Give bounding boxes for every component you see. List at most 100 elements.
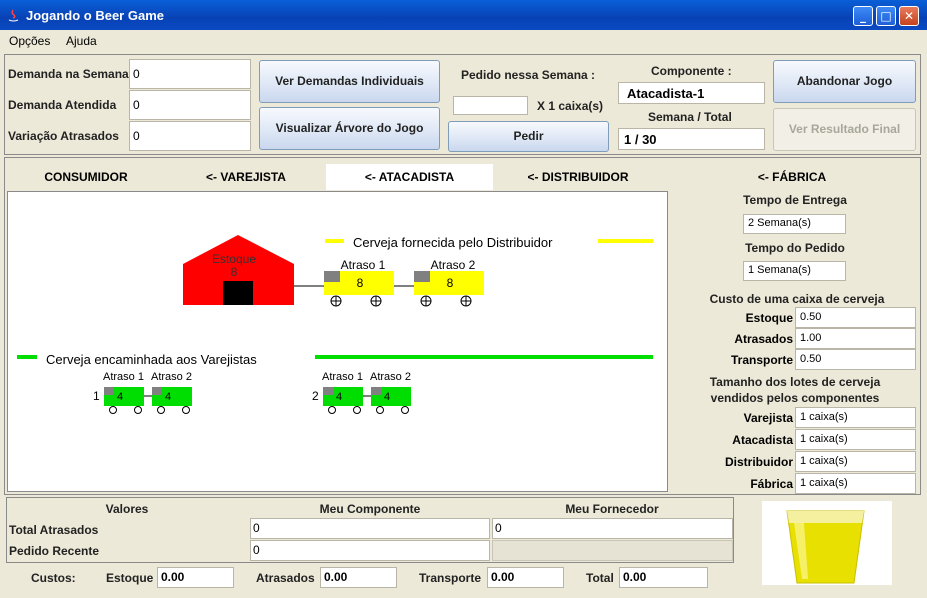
menu-ajuda[interactable]: Ajuda bbox=[66, 34, 97, 48]
values-header: Valores bbox=[105, 502, 149, 516]
tab-consumidor[interactable]: CONSUMIDOR bbox=[22, 164, 150, 190]
custo-atrasados-label: Atrasados bbox=[734, 332, 793, 346]
tab-distribuidor[interactable]: <- DISTRIBUIDOR bbox=[503, 164, 653, 190]
componente-label: Componente : bbox=[651, 64, 732, 78]
pedido-input[interactable] bbox=[453, 96, 528, 115]
demanda-atendida-field: 0 bbox=[129, 90, 251, 120]
semana-field: 1 / 30 bbox=[618, 128, 765, 150]
retailer2-truck2-cab bbox=[371, 387, 381, 395]
componente-field: Atacadista-1 bbox=[618, 82, 765, 104]
retailer1-truck1-cab bbox=[104, 387, 114, 395]
forwarded-legend-text: Cerveja encaminhada aos Varejistas bbox=[46, 352, 257, 367]
pedido-recente-supplier bbox=[492, 540, 733, 561]
tab-atacadista[interactable]: <- ATACADISTA bbox=[326, 164, 493, 190]
delay1-wheels bbox=[330, 295, 382, 307]
tempo-pedido-field: 1 Semana(s) bbox=[743, 261, 846, 281]
lote-distribuidor-label: Distribuidor bbox=[725, 455, 793, 469]
lote-atacadista-field: 1 caixa(s) bbox=[795, 429, 916, 450]
variacao-atrasados-label: Variação Atrasados bbox=[8, 129, 119, 143]
retailer2-index: 2 bbox=[312, 389, 319, 403]
lotes-label-1: Tamanho dos lotes de cerveja bbox=[709, 375, 881, 389]
beer-glass-icon bbox=[786, 510, 865, 584]
lote-varejista-field: 1 caixa(s) bbox=[795, 407, 916, 428]
lote-distribuidor-field: 1 caixa(s) bbox=[795, 451, 916, 472]
delay2-value: 8 bbox=[447, 276, 454, 290]
delay2-label: Atraso 2 bbox=[431, 258, 476, 272]
custo-total-transporte-label: Transporte bbox=[419, 571, 482, 585]
custo-total-transporte-field: 0.00 bbox=[487, 567, 564, 588]
my-component-header: Meu Componente bbox=[319, 502, 421, 516]
lote-varejista-label: Varejista bbox=[743, 411, 793, 425]
retailer1-wheels bbox=[109, 406, 190, 414]
variacao-atrasados-field: 0 bbox=[129, 121, 251, 151]
retailer2-wheels bbox=[328, 406, 409, 414]
custo-caixa-label: Custo de uma caixa de cerveja bbox=[709, 292, 885, 306]
tab-varejista[interactable]: <- VAREJISTA bbox=[182, 164, 310, 190]
my-supplier-header: Meu Fornecedor bbox=[565, 502, 659, 516]
custo-estoque-label: Estoque bbox=[745, 311, 793, 325]
menu-opcoes[interactable]: Opções bbox=[9, 34, 50, 48]
beer-glass-image bbox=[762, 501, 892, 585]
visualizar-arvore-button[interactable]: Visualizar Árvore do Jogo bbox=[259, 107, 440, 150]
demanda-atendida-label: Demanda Atendida bbox=[8, 98, 117, 112]
delay1-value: 8 bbox=[357, 276, 364, 290]
pedir-button[interactable]: Pedir bbox=[448, 121, 609, 152]
demanda-semana-label: Demanda na Semana bbox=[8, 67, 129, 81]
ver-demandas-button[interactable]: Ver Demandas Individuais bbox=[259, 60, 440, 103]
caixas-label: X 1 caixa(s) bbox=[537, 99, 604, 113]
warehouse-value: 8 bbox=[231, 265, 238, 279]
total-atrasados-mine: 0 bbox=[250, 518, 490, 539]
custo-estoque-field: 0.50 bbox=[795, 307, 916, 328]
maximize-button[interactable]: □ bbox=[876, 6, 896, 26]
title-bar: Jogando o Beer Game _ □ ✕ bbox=[0, 0, 927, 30]
pedido-recente-label: Pedido Recente bbox=[9, 544, 100, 558]
pedido-recente-mine: 0 bbox=[250, 540, 490, 561]
retailer2-delay1-label: Atraso 1 bbox=[322, 371, 363, 383]
close-button[interactable]: ✕ bbox=[899, 6, 919, 26]
tempo-entrega-field: 2 Semana(s) bbox=[743, 214, 846, 234]
diagram-svg: Cerveja fornecida pelo Distribuidor Esto… bbox=[17, 235, 653, 414]
lote-fabrica-label: Fábrica bbox=[750, 477, 793, 491]
retailer1-delay2-label: Atraso 2 bbox=[151, 371, 192, 383]
custo-total-field: 0.00 bbox=[619, 567, 708, 588]
custo-transporte-field: 0.50 bbox=[795, 349, 916, 370]
semana-label: Semana / Total bbox=[648, 110, 732, 124]
retailer2-truck2-value: 4 bbox=[384, 391, 390, 403]
custo-total-estoque-field: 0.00 bbox=[157, 567, 234, 588]
lotes-label-2: vendidos pelos componentes bbox=[710, 391, 880, 405]
custo-transporte-label: Transporte bbox=[730, 353, 793, 367]
lote-fabrica-field: 1 caixa(s) bbox=[795, 473, 916, 494]
minimize-button[interactable]: _ bbox=[853, 6, 873, 26]
retailer2-truck1-value: 4 bbox=[336, 391, 342, 403]
warehouse-label: Estoque bbox=[212, 252, 256, 266]
demanda-semana-field: 0 bbox=[129, 59, 251, 89]
tempo-pedido-label: Tempo do Pedido bbox=[745, 241, 845, 255]
custo-total-atrasados-field: 0.00 bbox=[320, 567, 397, 588]
delay1-label: Atraso 1 bbox=[341, 258, 386, 272]
delay1-truck-cab bbox=[324, 271, 340, 282]
retailer1-delay1-label: Atraso 1 bbox=[103, 371, 144, 383]
retailer2-delay2-label: Atraso 2 bbox=[370, 371, 411, 383]
total-atrasados-supplier: 0 bbox=[492, 518, 733, 539]
delay2-truck-cab bbox=[414, 271, 430, 282]
lote-atacadista-label: Atacadista bbox=[732, 433, 793, 447]
abandonar-jogo-button[interactable]: Abandonar Jogo bbox=[773, 60, 916, 103]
retailer1-truck2-value: 4 bbox=[165, 391, 171, 403]
pedido-label: Pedido nessa Semana : bbox=[461, 68, 596, 82]
retailer1-truck1-value: 4 bbox=[117, 391, 123, 403]
total-atrasados-label: Total Atrasados bbox=[9, 523, 99, 537]
tempo-entrega-label: Tempo de Entrega bbox=[743, 193, 847, 207]
retailer1-truck2-cab bbox=[152, 387, 162, 395]
retailer2-truck1-cab bbox=[323, 387, 333, 395]
java-icon bbox=[8, 9, 19, 22]
ver-resultado-button: Ver Resultado Final bbox=[773, 108, 916, 151]
delay2-wheels bbox=[420, 295, 472, 307]
retailer1-index: 1 bbox=[93, 389, 100, 403]
warehouse-door bbox=[223, 281, 253, 305]
custo-atrasados-field: 1.00 bbox=[795, 328, 916, 349]
window-title: Jogando o Beer Game bbox=[26, 8, 164, 23]
custo-total-label: Total bbox=[586, 571, 614, 585]
menu-bar: Opções Ajuda bbox=[0, 30, 927, 52]
supplied-legend-text: Cerveja fornecida pelo Distribuidor bbox=[353, 235, 553, 250]
tab-fabrica[interactable]: <- FÁBRICA bbox=[726, 164, 858, 190]
